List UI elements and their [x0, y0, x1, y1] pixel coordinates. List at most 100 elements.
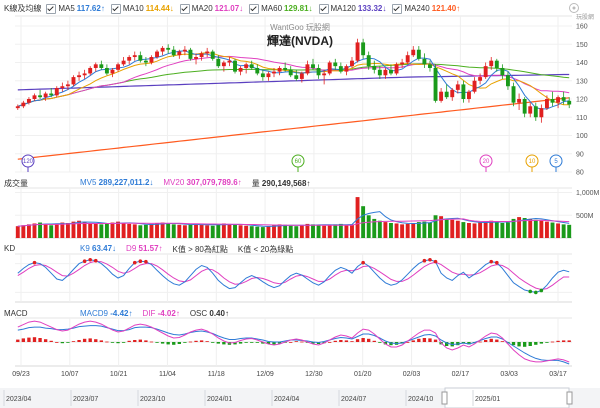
candle-body[interactable]	[143, 60, 148, 63]
candle-body[interactable]	[155, 51, 159, 58]
osc-bar[interactable]	[49, 340, 53, 342]
candle-body[interactable]	[461, 84, 466, 99]
candle-body[interactable]	[294, 75, 299, 79]
volume-bar[interactable]	[221, 223, 226, 238]
candle-body[interactable]	[138, 55, 143, 61]
osc-bar[interactable]	[172, 342, 176, 345]
volume-bar[interactable]	[110, 222, 115, 238]
candle-body[interactable]	[199, 53, 204, 58]
osc-bar[interactable]	[94, 339, 98, 342]
candle-body[interactable]	[416, 49, 421, 59]
osc-bar[interactable]	[495, 339, 499, 342]
osc-bar[interactable]	[66, 342, 70, 343]
volume-bar[interactable]	[182, 225, 187, 238]
volume-bar[interactable]	[366, 215, 371, 238]
volume-bar[interactable]	[21, 225, 26, 238]
candle-body[interactable]	[355, 42, 360, 61]
osc-bar[interactable]	[183, 342, 187, 343]
volume-bar[interactable]	[60, 222, 65, 238]
candle-body[interactable]	[311, 64, 315, 68]
osc-bar[interactable]	[38, 338, 42, 342]
volume-bar[interactable]	[93, 223, 98, 238]
candle-body[interactable]	[561, 97, 566, 101]
candle-body[interactable]	[26, 99, 31, 103]
candle-body[interactable]	[121, 60, 126, 65]
candle-body[interactable]	[489, 60, 494, 67]
volume-bar[interactable]	[344, 224, 349, 238]
volume-bar[interactable]	[272, 225, 276, 238]
candle-body[interactable]	[522, 99, 527, 114]
candle-body[interactable]	[472, 80, 477, 92]
volume-bar[interactable]	[550, 222, 555, 238]
candle-body[interactable]	[433, 67, 438, 101]
volume-bar[interactable]	[389, 223, 393, 238]
candle-body[interactable]	[322, 73, 327, 76]
candle-body[interactable]	[483, 66, 488, 78]
volume-bar[interactable]	[138, 225, 143, 238]
volume-bar[interactable]	[361, 206, 366, 238]
candle-body[interactable]	[88, 67, 93, 74]
osc-bar[interactable]	[222, 342, 226, 345]
osc-bar[interactable]	[116, 342, 120, 344]
volume-bar[interactable]	[433, 215, 438, 238]
volume-bar[interactable]	[294, 226, 299, 238]
volume-bar[interactable]	[405, 223, 410, 238]
osc-bar[interactable]	[99, 340, 104, 342]
navigator-left-handle[interactable]	[441, 391, 448, 405]
volume-bar[interactable]	[166, 223, 171, 238]
osc-bar[interactable]	[361, 338, 365, 342]
candle-body[interactable]	[216, 58, 221, 67]
volume-bar[interactable]	[505, 222, 510, 238]
candle-body[interactable]	[266, 73, 271, 78]
volume-bar[interactable]	[188, 224, 193, 238]
candle-body[interactable]	[15, 106, 20, 109]
volume-bar[interactable]	[567, 224, 572, 238]
candle-body[interactable]	[350, 60, 354, 67]
candle-body[interactable]	[428, 64, 432, 68]
osc-bar[interactable]	[55, 342, 59, 343]
osc-bar[interactable]	[199, 340, 204, 342]
osc-bar[interactable]	[478, 341, 482, 343]
candle-body[interactable]	[210, 51, 215, 59]
candle-body[interactable]	[233, 60, 237, 72]
volume-bar[interactable]	[478, 222, 483, 238]
candle-body[interactable]	[361, 42, 366, 56]
volume-bar[interactable]	[422, 221, 427, 238]
volume-bar[interactable]	[227, 223, 232, 238]
osc-bar[interactable]	[556, 340, 560, 342]
stock-chart[interactable]: 09/23 10/07 10/21 11/04 11/18 12/09 12/30 01/20…	[0, 0, 600, 408]
candle-body[interactable]	[54, 88, 59, 96]
volume-bar[interactable]	[377, 220, 382, 238]
candle-body[interactable]	[533, 106, 538, 118]
osc-bar[interactable]	[333, 340, 337, 342]
osc-bar[interactable]	[411, 340, 415, 342]
osc-bar[interactable]	[339, 340, 343, 342]
volume-bar[interactable]	[500, 223, 505, 238]
volume-bar[interactable]	[177, 224, 182, 238]
volume-bar[interactable]	[121, 223, 126, 238]
osc-bar[interactable]	[149, 341, 154, 343]
osc-bar[interactable]	[367, 338, 371, 342]
osc-bar[interactable]	[417, 338, 421, 342]
volume-bar[interactable]	[127, 223, 132, 238]
osc-bar[interactable]	[344, 340, 349, 342]
candle-body[interactable]	[556, 97, 561, 103]
osc-bar[interactable]	[422, 338, 427, 342]
osc-bar[interactable]	[77, 340, 81, 342]
candle-body[interactable]	[405, 55, 410, 63]
candle-body[interactable]	[149, 57, 154, 63]
candle-body[interactable]	[316, 67, 321, 76]
osc-bar[interactable]	[188, 341, 193, 343]
osc-bar[interactable]	[378, 342, 382, 343]
volume-bar[interactable]	[266, 226, 271, 238]
volume-bar[interactable]	[160, 222, 165, 238]
volume-bar[interactable]	[171, 224, 176, 238]
candle-body[interactable]	[539, 108, 544, 118]
osc-bar[interactable]	[294, 341, 298, 342]
candle-body[interactable]	[238, 67, 243, 72]
volume-bar[interactable]	[260, 227, 265, 238]
candle-body[interactable]	[550, 99, 555, 103]
osc-bar[interactable]	[561, 340, 566, 342]
candle-body[interactable]	[299, 73, 304, 79]
volume-bar[interactable]	[467, 223, 471, 238]
